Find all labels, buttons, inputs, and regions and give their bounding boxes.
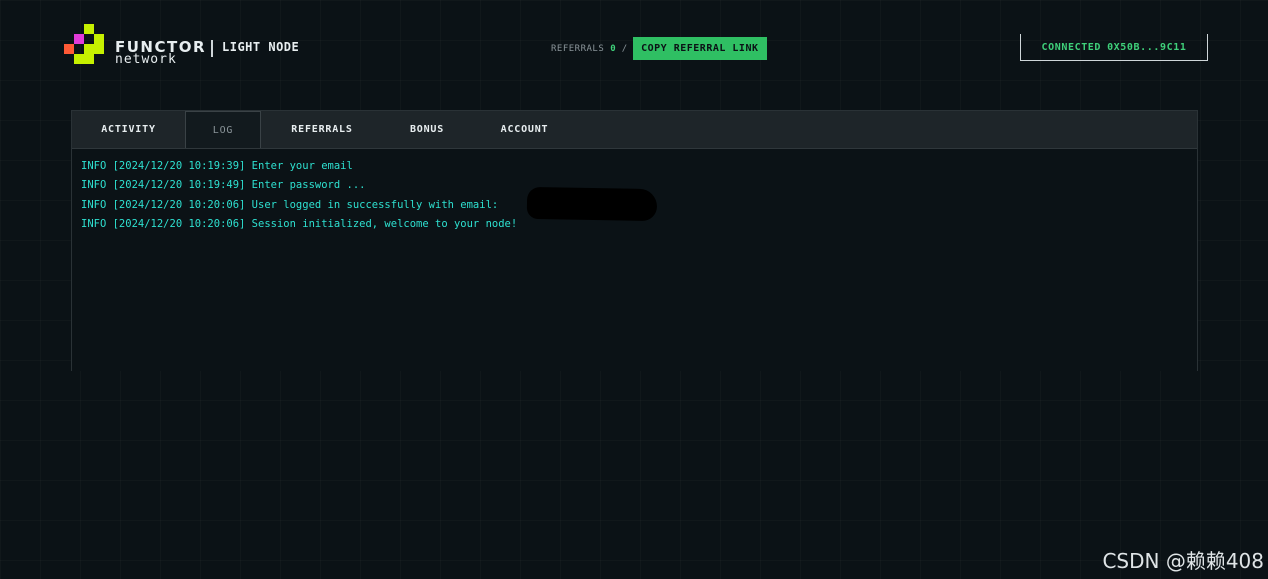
tab-referrals[interactable]: REFERRALS (261, 111, 383, 148)
referrals-separator: / (621, 43, 628, 54)
product-name: LIGHT NODE (222, 40, 300, 54)
copy-referral-link-button[interactable]: COPY REFERRAL LINK (633, 37, 767, 60)
top-header: FUNCTOR network LIGHT NODE REFERRALS 0 /… (0, 0, 1268, 95)
tab-log[interactable]: LOG (185, 111, 261, 148)
tab-account[interactable]: ACCOUNT (471, 111, 578, 148)
brand[interactable]: FUNCTOR network (115, 39, 206, 66)
tab-activity[interactable]: ACTIVITY (72, 111, 185, 148)
connected-label: CONNECTED (1041, 41, 1102, 53)
tab-bar: ACTIVITY LOG REFERRALS BONUS ACCOUNT (72, 111, 1197, 149)
wallet-address: 0X50B...9C11 (1107, 41, 1187, 53)
main-panel: ACTIVITY LOG REFERRALS BONUS ACCOUNT INF… (71, 110, 1198, 371)
referral-bar: REFERRALS 0 / COPY REFERRAL LINK (551, 37, 767, 60)
wallet-connected-button[interactable]: CONNECTED 0X50B...9C11 (1020, 34, 1208, 61)
watermark: CSDN @赖赖408 (1102, 549, 1264, 573)
referrals-count: 0 (610, 43, 616, 54)
functor-logo-icon (64, 24, 108, 68)
tab-bonus[interactable]: BONUS (383, 111, 471, 148)
log-line: INFO [2024/12/20 10:19:39] Enter your em… (81, 160, 353, 172)
redaction-mark (526, 186, 658, 222)
referrals-label: REFERRALS (551, 43, 605, 54)
header-divider (211, 40, 213, 57)
